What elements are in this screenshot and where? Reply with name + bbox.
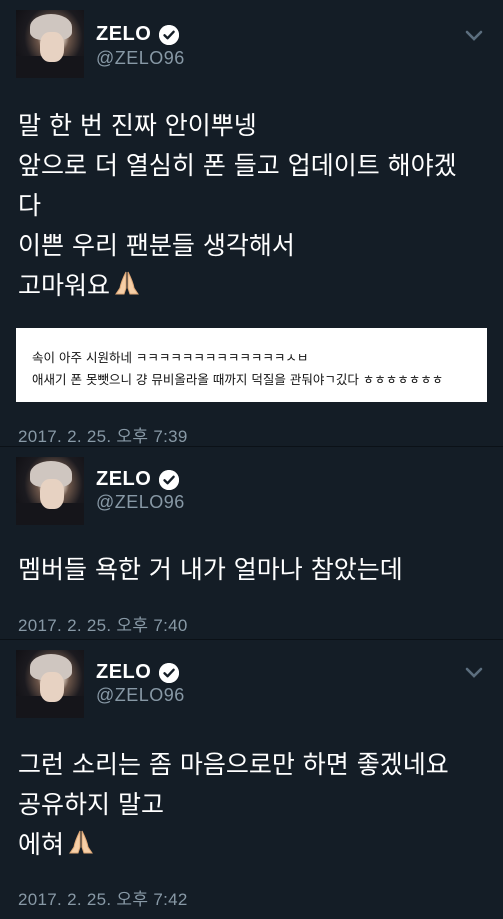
author-handle[interactable]: @ZELO96 [96,685,185,706]
tweet-text: 멤버들 욕한 거 내가 얼마나 참았는데 [18,550,487,590]
author-handle[interactable]: @ZELO96 [96,492,185,513]
tweet-line: 에혀 [18,830,65,859]
quoted-line: 속이 아주 시원하네 ㅋㅋㅋㅋㅋㅋㅋㅋㅋㅋㅋㅋㅋㅅㅂ [32,350,309,365]
tweet-timestamp[interactable]: 2017. 2. 25. 오후 7:40 [18,611,188,636]
tweet-line: 앞으로 더 열심히 폰 들고 업데이트 해야겠 [18,151,457,180]
tweet-line: 다 [18,191,42,220]
divider [0,446,503,447]
author-name[interactable]: ZELO [96,23,151,46]
avatar[interactable] [16,650,84,718]
tweet-text: 그런 소리는 좀 마음으로만 하면 좋겠네요 공유하지 말고 에혀 [18,745,487,865]
tweet-line: 고마워요 [18,271,111,300]
tweet-line: 멤버들 욕한 거 내가 얼마나 참았는데 [18,555,403,584]
folded-hands-emoji-icon [115,271,139,295]
quoted-screenshot[interactable]: 속이 아주 시원하네 ㅋㅋㅋㅋㅋㅋㅋㅋㅋㅋㅋㅋㅋㅅㅂ 애새기 폰 못뺏으니 걍 … [16,328,487,402]
verified-badge-icon [159,24,180,45]
author-handle[interactable]: @ZELO96 [96,48,185,69]
author-name-row[interactable]: ZELO [96,468,180,491]
quoted-line: 애새기 폰 못뺏으니 걍 뮤비올라올 때까지 덕질을 관둬야ㄱ깄다 ㅎㅎㅎㅎㅎㅎ… [32,372,444,387]
tweet-timestamp[interactable]: 2017. 2. 25. 오후 7:42 [18,885,188,910]
avatar[interactable] [16,457,84,525]
tweet-line: 말 한 번 진짜 안이뿌넹 [18,111,257,140]
tweet-line: 공유하지 말고 [18,790,164,819]
chevron-down-icon[interactable] [463,28,485,44]
folded-hands-emoji-icon [69,830,93,854]
avatar[interactable] [16,10,84,78]
tweet-line: 이쁜 우리 팬분들 생각해서 [18,231,295,260]
verified-badge-icon [159,662,180,683]
tweet-text: 말 한 번 진짜 안이뿌넹 앞으로 더 열심히 폰 들고 업데이트 해야겠 다 … [18,106,487,306]
author-name[interactable]: ZELO [96,468,151,491]
author-name[interactable]: ZELO [96,661,151,684]
author-name-row[interactable]: ZELO [96,23,180,46]
tweet-timestamp[interactable]: 2017. 2. 25. 오후 7:39 [18,422,188,447]
author-name-row[interactable]: ZELO [96,661,180,684]
chevron-down-icon[interactable] [463,665,485,681]
verified-badge-icon [159,469,180,490]
tweet-line: 그런 소리는 좀 마음으로만 하면 좋겠네요 [18,750,449,779]
divider [0,639,503,640]
